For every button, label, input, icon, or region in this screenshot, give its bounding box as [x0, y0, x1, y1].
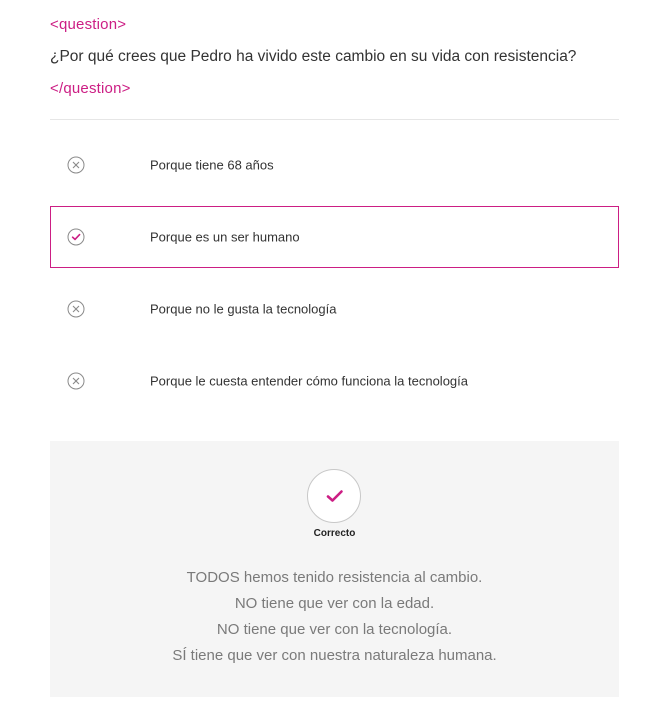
x-circle-icon [67, 156, 85, 174]
check-circle-icon [67, 228, 85, 246]
question-close-tag: </question> [50, 80, 131, 97]
answer-option-label: Porque es un ser humano [150, 229, 300, 245]
feedback-panel: Correcto TODOS hemos tenido resistencia … [50, 441, 619, 697]
x-circle-icon [67, 372, 85, 390]
question-open-tag: <question> [50, 16, 127, 33]
answer-option-label: Porque le cuesta entender cómo funciona … [150, 373, 468, 389]
answer-option-2[interactable]: Porque es un ser humano [50, 206, 619, 268]
divider [50, 119, 619, 120]
feedback-line: NO tiene que ver con la tecnología. [216, 621, 453, 638]
x-circle-icon [67, 300, 85, 318]
checkmark-icon [326, 490, 343, 502]
answer-option-1[interactable]: Porque tiene 68 años [50, 134, 619, 196]
answer-option-4[interactable]: Porque le cuesta entender cómo funciona … [50, 350, 619, 412]
feedback-line: TODOS hemos tenido resistencia al cambio… [186, 569, 483, 586]
feedback-text: TODOS hemos tenido resistencia al cambio… [50, 565, 619, 669]
answer-option-3[interactable]: Porque no le gusta la tecnología [50, 278, 619, 340]
feedback-status-badge [307, 469, 361, 523]
answer-option-label: Porque no le gusta la tecnología [150, 301, 337, 317]
feedback-line: NO tiene que ver con la edad. [234, 595, 435, 612]
feedback-line: SÍ tiene que ver con nuestra naturaleza … [172, 647, 497, 664]
answer-option-label: Porque tiene 68 años [150, 157, 274, 173]
feedback-status-label: Correcto [313, 528, 356, 539]
question-text: ¿Por qué crees que Pedro ha vivido este … [50, 48, 577, 65]
